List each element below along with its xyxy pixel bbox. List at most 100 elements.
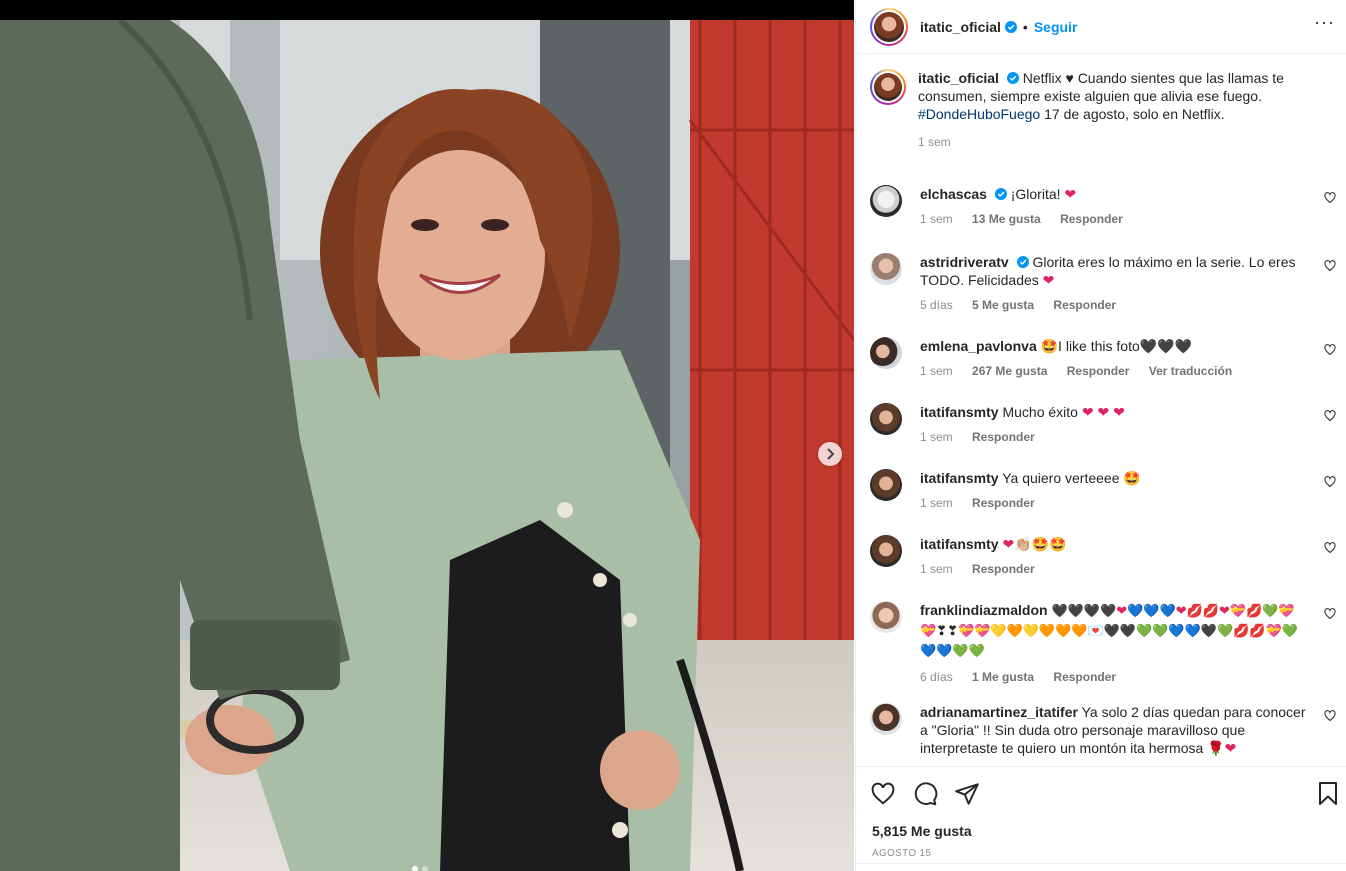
comment-time[interactable]: 1 sem [920, 496, 953, 510]
comment-like-heart-icon[interactable] [1324, 710, 1336, 722]
caption-hashtag[interactable]: #DondeHuboFuego [918, 106, 1040, 122]
comments-list[interactable]: itatic_oficial Netflix ♥ Cuando sientes … [856, 55, 1346, 765]
comment-like-heart-icon[interactable] [1324, 410, 1336, 422]
verified-badge-icon [1006, 72, 1019, 84]
verified-badge-icon [1016, 256, 1029, 268]
see-translation-link[interactable]: Ver traducción [1149, 364, 1232, 378]
photo-illustration [0, 20, 854, 871]
carousel-dot [422, 866, 428, 871]
caption-avatar[interactable] [870, 69, 906, 105]
comment-text: 🤩I like this foto🖤🖤🖤 [1040, 338, 1193, 354]
comment-icon[interactable] [912, 781, 938, 807]
more-options-icon[interactable]: ··· [1314, 13, 1335, 31]
comment-body: itatifansmty Mucho éxito ❤ ❤ ❤ 1 sem Res… [920, 403, 1312, 446]
post-caption: itatic_oficial Netflix ♥ Cuando sientes … [870, 69, 1340, 151]
comment-meta: 5 días 5 Me gusta Responder [920, 296, 1312, 314]
caption-text: itatic_oficial Netflix ♥ Cuando sientes … [918, 69, 1318, 151]
comment-like-heart-icon[interactable] [1324, 476, 1336, 488]
comment-username[interactable]: franklindiazmaldon [920, 602, 1048, 618]
comment-avatar[interactable] [870, 337, 902, 369]
comment-body: elchascas ¡Glorita! ❤ 1 sem 13 Me gusta … [920, 185, 1312, 228]
next-image-button[interactable] [818, 442, 842, 466]
comment-username[interactable]: elchascas [920, 186, 987, 202]
comment-body: emlena_pavlonva 🤩I like this foto🖤🖤🖤 1 s… [920, 337, 1312, 380]
comment-avatar[interactable] [870, 535, 902, 567]
comment-item: itatifansmty Ya quiero verteeee 🤩 1 sem … [870, 469, 1340, 512]
post-photo[interactable] [0, 20, 854, 871]
comment-avatar[interactable] [870, 703, 902, 735]
divider [856, 863, 1346, 864]
chevron-right-icon [827, 448, 835, 460]
comment-item: franklindiazmaldon 🖤🖤🖤🖤❤💙💙💙❤💋💋❤💝💋💚💝💝❣❣💝💝… [870, 601, 1340, 686]
comment-username[interactable]: adrianamartinez_itatifer [920, 704, 1078, 720]
comment-item: elchascas ¡Glorita! ❤ 1 sem 13 Me gusta … [870, 185, 1340, 228]
comment-like-heart-icon[interactable] [1324, 608, 1336, 620]
comment-username[interactable]: itatifansmty [920, 470, 999, 486]
comment-item: adrianamartinez_itatifer Ya solo 2 días … [870, 703, 1340, 757]
comment-body: itatifansmty ❤👏🏼🤩🤩 1 sem Responder [920, 535, 1312, 578]
comment-text: Ya quiero verteeee 🤩 [1002, 470, 1141, 486]
comment-avatar[interactable] [870, 185, 902, 217]
comment-reply-button[interactable]: Responder [1053, 298, 1116, 312]
author-username[interactable]: itatic_oficial [920, 19, 1001, 35]
post-side-panel: itatic_oficial • Seguir ··· itatic_ofici… [855, 0, 1346, 871]
comment-username[interactable]: itatifansmty [920, 536, 999, 552]
follow-button[interactable]: Seguir [1034, 19, 1078, 35]
carousel-dots [412, 866, 428, 871]
action-icons [870, 781, 980, 807]
comment-avatar[interactable] [870, 403, 902, 435]
likes-count[interactable]: 5,815 Me gusta [872, 823, 972, 839]
author-avatar[interactable] [870, 7, 908, 46]
comment-meta: 6 días 1 Me gusta Responder [920, 668, 1312, 686]
comment-meta: 1 sem Responder [920, 494, 1312, 512]
comment-avatar[interactable] [870, 253, 902, 285]
comment-like-heart-icon[interactable] [1324, 344, 1336, 356]
comment-username[interactable]: astridriveratv [920, 254, 1009, 270]
comment-like-heart-icon[interactable] [1324, 542, 1336, 554]
comment-time[interactable]: 1 sem [920, 430, 953, 444]
media-top-bar [0, 0, 854, 20]
comment-time[interactable]: 1 sem [920, 212, 953, 226]
comment-text: Mucho éxito ❤ ❤ ❤ [1002, 404, 1125, 420]
post-media [0, 0, 854, 871]
comment-time[interactable]: 1 sem [920, 364, 953, 378]
caption-username[interactable]: itatic_oficial [918, 70, 999, 86]
comment-time[interactable]: 1 sem [920, 562, 953, 576]
comment-likes[interactable]: 267 Me gusta [972, 364, 1047, 378]
comment-reply-button[interactable]: Responder [972, 562, 1035, 576]
comment-username[interactable]: itatifansmty [920, 404, 999, 420]
comment-meta: 1 sem Responder [920, 560, 1312, 578]
heart-outline-icon[interactable] [870, 781, 896, 807]
caption-meta: 1 sem [918, 133, 1318, 151]
verified-badge-icon [1004, 20, 1017, 33]
comment-avatar[interactable] [870, 601, 902, 633]
comment-reply-button[interactable]: Responder [1060, 212, 1123, 226]
caption-time[interactable]: 1 sem [918, 135, 951, 149]
comment-body: adrianamartinez_itatifer Ya solo 2 días … [920, 703, 1312, 757]
bookmark-icon[interactable] [1317, 781, 1339, 807]
caption-body-2: 17 de agosto, solo en Netflix. [1040, 106, 1225, 122]
comment-body: itatifansmty Ya quiero verteeee 🤩 1 sem … [920, 469, 1312, 512]
comment-reply-button[interactable]: Responder [972, 496, 1035, 510]
comment-time[interactable]: 5 días [920, 298, 953, 312]
comment-likes[interactable]: 13 Me gusta [972, 212, 1041, 226]
comment-avatar[interactable] [870, 469, 902, 501]
comment-username[interactable]: emlena_pavlonva [920, 338, 1037, 354]
comment-likes[interactable]: 5 Me gusta [972, 298, 1034, 312]
comment-item: emlena_pavlonva 🤩I like this foto🖤🖤🖤 1 s… [870, 337, 1340, 380]
post-actions: 5,815 Me gusta AGOSTO 15 [856, 766, 1346, 864]
post-date[interactable]: AGOSTO 15 [872, 848, 931, 859]
comment-time[interactable]: 6 días [920, 670, 953, 684]
comment-reply-button[interactable]: Responder [1053, 670, 1116, 684]
comment-item: itatifansmty Mucho éxito ❤ ❤ ❤ 1 sem Res… [870, 403, 1340, 446]
comment-meta: 1 sem 267 Me gusta Responder Ver traducc… [920, 362, 1312, 380]
post-header: itatic_oficial • Seguir ··· [856, 0, 1346, 54]
comment-like-heart-icon[interactable] [1324, 192, 1336, 204]
paper-plane-icon[interactable] [954, 781, 980, 807]
comment-reply-button[interactable]: Responder [1067, 364, 1130, 378]
comment-likes[interactable]: 1 Me gusta [972, 670, 1034, 684]
comment-like-heart-icon[interactable] [1324, 260, 1336, 272]
comment-reply-button[interactable]: Responder [972, 430, 1035, 444]
carousel-dot-active [412, 866, 418, 871]
header-separator: • [1022, 18, 1028, 35]
